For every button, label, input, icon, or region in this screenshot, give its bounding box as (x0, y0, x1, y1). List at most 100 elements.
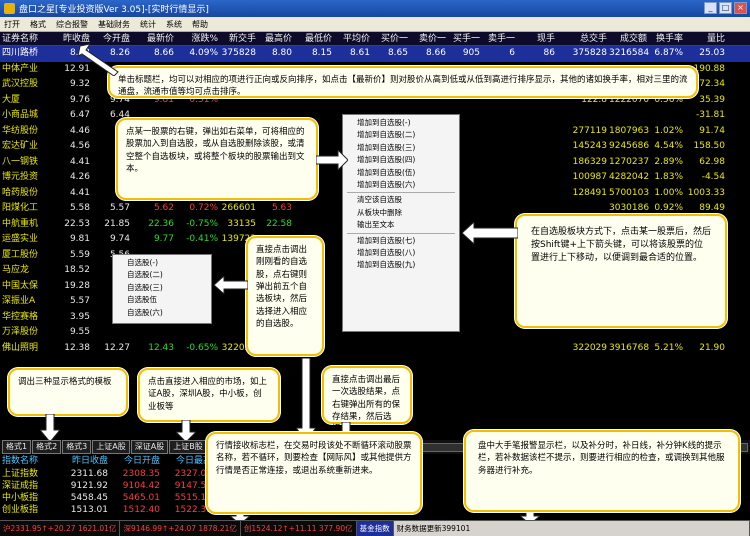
context-menu-item[interactable]: 增加到自选股(六) (343, 179, 459, 191)
tab-5[interactable]: 上证B股 (169, 440, 207, 454)
menu-stats[interactable]: 统计 (140, 19, 156, 30)
context-menu-item[interactable]: 清空该自选股 (343, 194, 459, 206)
column-header-vol-ratio[interactable]: 量比 (685, 32, 727, 45)
cell-turnover (649, 387, 685, 403)
status-sh-index: 沪2331.95↑+20.27 1621.01亿 (0, 520, 121, 536)
menu-system[interactable]: 系统 (166, 19, 182, 30)
cell-vol-ratio: 1003.33 (687, 187, 725, 198)
column-header-ask-vol1[interactable]: 卖手一 (482, 32, 517, 45)
column-header-last-vol[interactable]: 现手 (517, 32, 557, 45)
context-menu-item[interactable]: 增加到自选股(伍) (343, 167, 459, 179)
tab-0[interactable]: 格式1 (2, 440, 32, 454)
context-menu-item[interactable]: 增加到自选股(七) (343, 235, 459, 247)
close-button[interactable]: × (734, 2, 747, 14)
cell-low: 8.15 (311, 48, 332, 58)
menu-help[interactable]: 帮助 (192, 19, 208, 30)
callout-alert: 盘中大手笔报警显示栏，以及补分时，补日线，补分钟K线的提示栏，若补数据该栏不提示… (464, 430, 740, 512)
cell-turnover (649, 108, 685, 124)
column-header-avg[interactable]: 平均价 (334, 32, 372, 45)
context-menu-item[interactable]: 增加到自选股(四) (343, 154, 459, 166)
cell-amount: 127023700 (609, 156, 649, 167)
cell-bid-vol1 (448, 356, 482, 372)
cell-prev-close: 3.95 (69, 311, 90, 322)
cell-ask-vol1 (482, 387, 517, 403)
app-logo-icon (4, 3, 15, 14)
tab-4[interactable]: 深证A股 (130, 440, 169, 454)
column-header-change-pct[interactable]: 涨跌% (176, 32, 220, 45)
watchlist-menu-item[interactable]: 自选股(六) (113, 307, 211, 319)
cell-total-vol: 186329 (572, 156, 607, 167)
column-header-turnover[interactable]: 换手率 (649, 32, 685, 45)
context-menu-item[interactable]: 增加到自选股(三) (343, 142, 459, 154)
context-menu-item[interactable]: 增加到自选股(八) (343, 247, 459, 259)
column-header-high[interactable]: 最高价 (258, 32, 294, 45)
menu-alert[interactable]: 综合报警 (56, 19, 88, 30)
cell-ask-vol1 (482, 124, 517, 140)
context-menu-item[interactable]: 输出至文本 (343, 219, 459, 231)
tab-2[interactable]: 格式3 (62, 440, 92, 454)
cell-amount: 42820420 (609, 172, 649, 182)
minimize-button[interactable]: _ (704, 2, 717, 14)
cell-name: 运盛实业 (2, 234, 39, 244)
context-menu-item[interactable]: 增加到自选股(-) (343, 117, 459, 129)
cell-ask-vol1 (482, 201, 517, 217)
cell-amount (609, 108, 649, 124)
context-menu: 增加到自选股(-) 增加到自选股(二) 增加到自选股(三) 增加到自选股(四) 增加到自… (342, 114, 460, 332)
tab-3[interactable]: 上证A股 (92, 440, 130, 454)
column-header-new-vol[interactable]: 新交手 (220, 32, 258, 45)
column-header-bid-vol1[interactable]: 买手一 (448, 32, 482, 45)
index-column-header[interactable]: 今日开盘 (110, 455, 162, 468)
cell-total-vol: 128491 (572, 187, 607, 198)
column-header-low[interactable]: 最低价 (294, 32, 334, 45)
arrow-watchlist-icon (296, 358, 316, 440)
cell-vol-ratio: -31.81 (695, 110, 725, 120)
column-header-amount[interactable]: 成交额 (609, 32, 649, 45)
column-header-bid1[interactable]: 买价一 (372, 32, 410, 45)
cell-ask-vol1 (482, 108, 517, 124)
cell-vol-ratio (685, 372, 727, 388)
watchlist-menu-item[interactable]: 自选股伍 (113, 294, 211, 306)
cell-name: 深振业A (2, 296, 36, 306)
watchlist-menu-item[interactable]: 自选股(三) (113, 282, 211, 294)
context-menu-item[interactable]: 从板块中删除 (343, 207, 459, 219)
status-fund-index[interactable]: 基金指数 (356, 520, 394, 536)
cell-turnover: 1.00% (654, 187, 683, 198)
cell-bid-vol1 (448, 372, 482, 388)
menu-open[interactable]: 打开 (4, 19, 20, 30)
cell-amount: 391676800 (609, 342, 649, 353)
tab-1[interactable]: 格式2 (32, 440, 62, 454)
cell-name: 小商品城 (2, 110, 39, 120)
cell-last: 12.43 (148, 342, 174, 353)
table-row[interactable]: 佛山照明 12.38 12.27 12.43 -0.65% 322029 322029 391… (0, 341, 750, 357)
watchlist-menu-item[interactable]: 自选股(-) (113, 257, 211, 269)
context-menu-item[interactable]: 增加到自选股(二) (343, 129, 459, 141)
cell-vol-ratio: 25.03 (699, 48, 725, 58)
cell-turnover (649, 372, 685, 388)
maximize-button[interactable]: □ (719, 2, 732, 14)
menu-format[interactable]: 格式 (30, 19, 46, 30)
index-cell: 9121.92 (70, 481, 108, 491)
column-header-name[interactable]: 证券名称 (0, 32, 52, 45)
cell-ask-vol1 (482, 310, 517, 326)
callout-context-menu: 点某一股票的右键，弹出如右菜单，可将相应的股票加入到自选股，或从自选股删除该股，… (116, 118, 318, 200)
cell-ask-vol1 (482, 170, 517, 186)
column-header-ask1[interactable]: 卖价一 (410, 32, 448, 45)
cell-new-vol: 375828 (221, 48, 256, 58)
cell-total-vol: 145243 (572, 141, 607, 151)
column-header-total-vol[interactable]: 总交手 (557, 32, 609, 45)
index-column-header[interactable]: 指数名称 (0, 455, 58, 468)
menu-separator (347, 232, 455, 234)
menu-finance[interactable]: 基础财务 (98, 19, 130, 30)
menu-separator (347, 192, 455, 194)
context-menu-item[interactable]: 增加到自选股(九) (343, 259, 459, 271)
index-column-header[interactable]: 昨日收盘 (58, 455, 110, 468)
column-header-last[interactable]: 最新价 (132, 32, 176, 45)
cell-amount: 180796300 (609, 125, 649, 136)
cell-amount: 321658400 (609, 48, 649, 58)
cell-open (92, 325, 132, 341)
watchlist-menu-item[interactable]: 自选股(二) (113, 269, 211, 281)
cell-total-vol: 277119 (572, 125, 607, 136)
cell-prev-close: 9.32 (69, 79, 90, 89)
cell-total-vol (557, 108, 609, 124)
cell-total-vol: 375828 (572, 48, 607, 58)
